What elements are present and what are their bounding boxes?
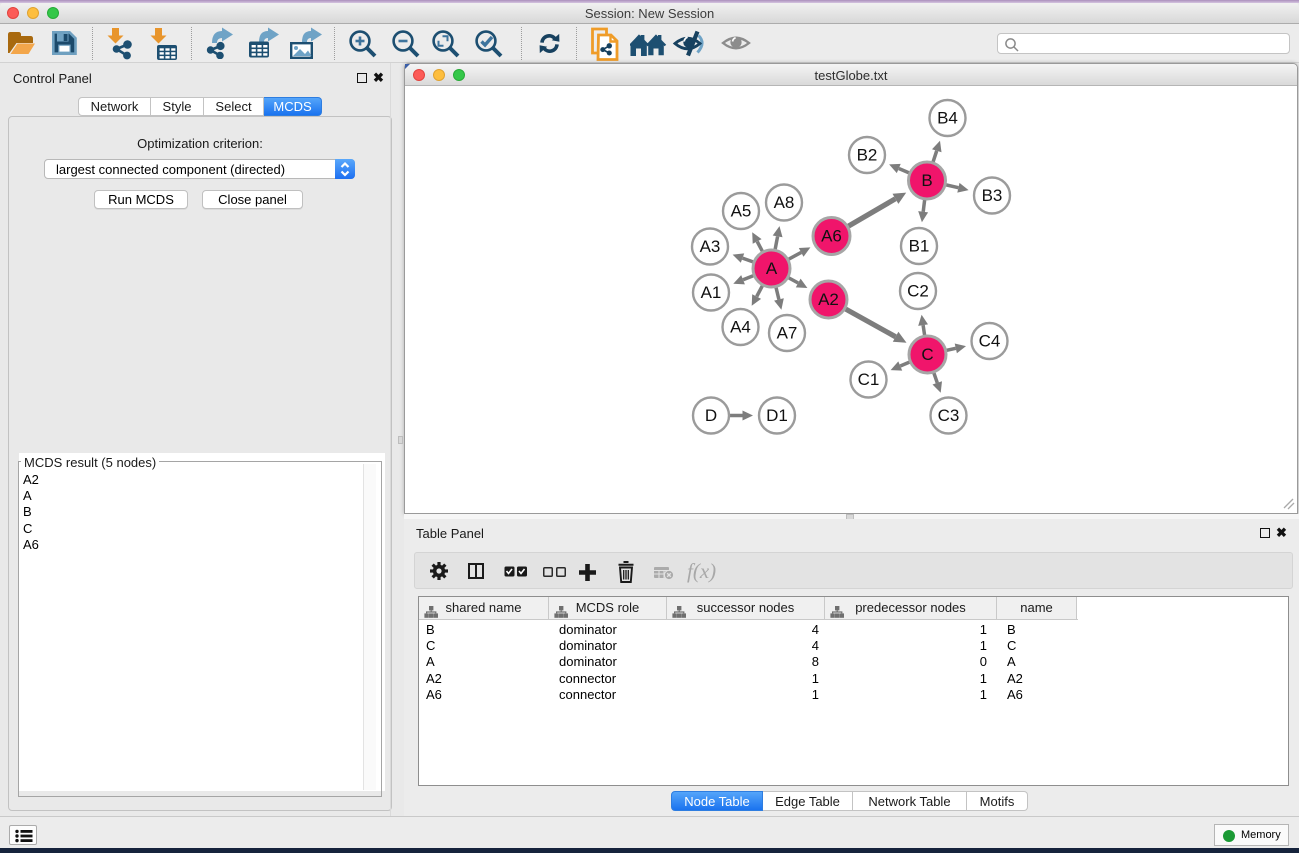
svg-text:C1: C1 [858, 370, 880, 389]
svg-text:A1: A1 [701, 283, 722, 302]
svg-text:B: B [921, 171, 932, 190]
svg-text:B3: B3 [982, 186, 1003, 205]
svg-text:A5: A5 [731, 202, 752, 221]
svg-text:C2: C2 [907, 282, 929, 301]
svg-text:D1: D1 [766, 406, 788, 425]
svg-text:C4: C4 [979, 332, 1001, 351]
svg-text:C3: C3 [938, 406, 960, 425]
svg-text:A6: A6 [821, 227, 842, 246]
svg-text:A4: A4 [730, 318, 751, 337]
svg-text:B2: B2 [857, 146, 878, 165]
svg-text:C: C [921, 345, 933, 364]
svg-text:B4: B4 [937, 109, 958, 128]
svg-text:A8: A8 [774, 193, 795, 212]
svg-text:D: D [705, 406, 717, 425]
svg-text:A: A [766, 259, 778, 278]
svg-text:B1: B1 [909, 237, 930, 256]
svg-text:A7: A7 [777, 324, 798, 343]
svg-text:A2: A2 [818, 290, 839, 309]
svg-text:A3: A3 [700, 237, 721, 256]
